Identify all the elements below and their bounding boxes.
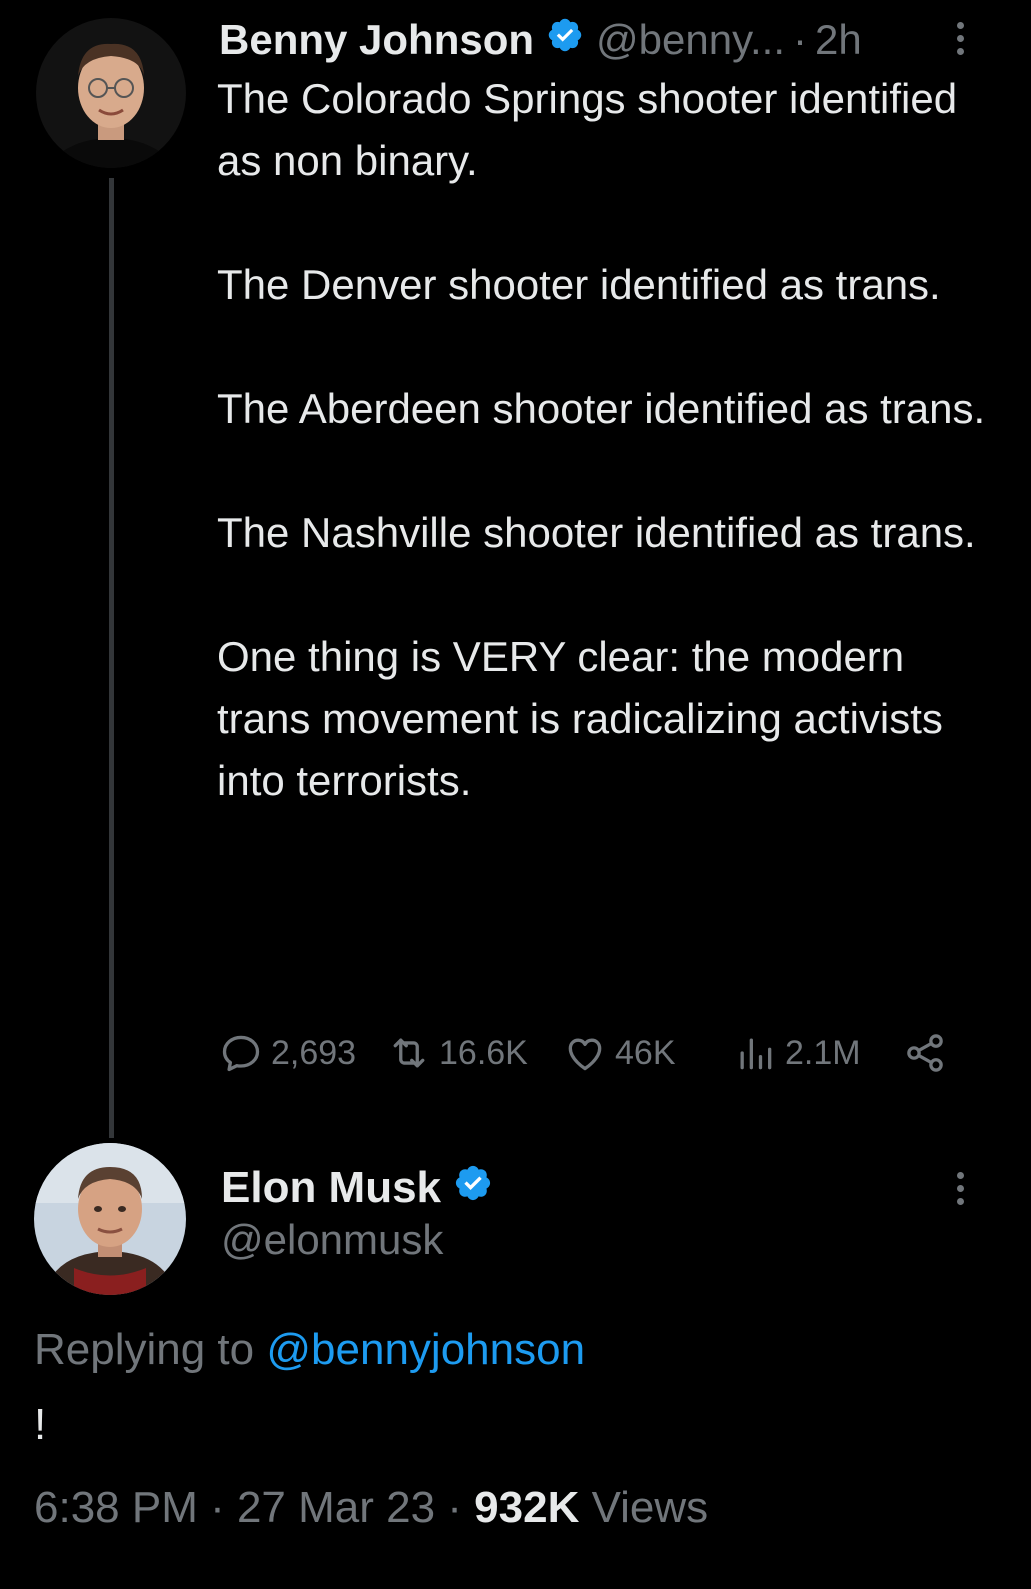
retweet-icon bbox=[393, 1038, 425, 1068]
share-icon bbox=[907, 1034, 943, 1072]
tweet-paragraph: The Denver shooter identified as trans. bbox=[217, 261, 941, 308]
replying-to-line: Replying to @bennyjohnson bbox=[34, 1325, 585, 1375]
avatar-benny-johnson[interactable] bbox=[36, 18, 186, 168]
tweet-paragraph: The Aberdeen shooter identified as trans… bbox=[217, 385, 986, 432]
more-icon[interactable] bbox=[957, 1172, 967, 1212]
replying-to-label: Replying to bbox=[34, 1325, 255, 1374]
retweet-button[interactable]: 16.6K bbox=[387, 1028, 528, 1078]
tweet-action-bar: 2,693 16.6K 46K 2.1M bbox=[219, 1028, 979, 1078]
tweet-paragraph: The Nashville shooter identified as tran… bbox=[217, 509, 976, 556]
like-count: 46K bbox=[615, 1033, 676, 1072]
verified-badge-icon bbox=[546, 16, 584, 64]
views-button[interactable]: 2.1M bbox=[733, 1028, 861, 1078]
separator-dot: · bbox=[793, 16, 807, 63]
reply-author-row: Elon Musk bbox=[221, 1160, 505, 1216]
reply-icon bbox=[222, 1035, 260, 1072]
tweet-text: The Colorado Springs shooter identified … bbox=[217, 68, 1007, 812]
reply-text: ! bbox=[34, 1400, 47, 1449]
views-count: 2.1M bbox=[785, 1033, 861, 1072]
avatar-image bbox=[36, 18, 186, 168]
share-button[interactable] bbox=[903, 1028, 955, 1078]
replying-to-mention[interactable]: @bennyjohnson bbox=[266, 1325, 585, 1374]
tweet-time[interactable]: 2h bbox=[815, 16, 862, 64]
views-icon bbox=[740, 1038, 772, 1070]
author-name[interactable]: Benny Johnson bbox=[219, 16, 534, 64]
reply-author-name[interactable]: Elon Musk bbox=[221, 1163, 441, 1213]
reply-meta: 6:38 PM · 27 Mar 23 · 932K Views bbox=[34, 1483, 708, 1533]
retweet-count: 16.6K bbox=[439, 1033, 528, 1072]
reply-views-count: 932K bbox=[474, 1483, 580, 1532]
reply-views-label: Views bbox=[591, 1483, 709, 1532]
more-icon[interactable] bbox=[957, 22, 967, 62]
verified-badge-icon bbox=[453, 1163, 493, 1214]
reply-author-handle[interactable]: @elonmusk bbox=[221, 1216, 443, 1264]
tweet-header: Benny Johnson @benny... · 2h bbox=[219, 12, 999, 68]
thread-connector-line bbox=[109, 178, 114, 1138]
avatar-elon-musk[interactable] bbox=[34, 1143, 186, 1295]
author-handle[interactable]: @benny... bbox=[596, 16, 785, 64]
like-icon bbox=[568, 1038, 602, 1071]
tweet-paragraph: One thing is VERY clear: the modern tran… bbox=[217, 633, 943, 804]
like-button[interactable]: 46K bbox=[563, 1028, 676, 1078]
tweet-paragraph: The Colorado Springs shooter identified … bbox=[217, 75, 958, 184]
avatar-image bbox=[34, 1143, 186, 1295]
reply-count: 2,693 bbox=[271, 1033, 357, 1072]
reply-timestamp[interactable]: 6:38 PM · 27 Mar 23 · bbox=[34, 1483, 474, 1532]
reply-button[interactable]: 2,693 bbox=[219, 1028, 356, 1078]
